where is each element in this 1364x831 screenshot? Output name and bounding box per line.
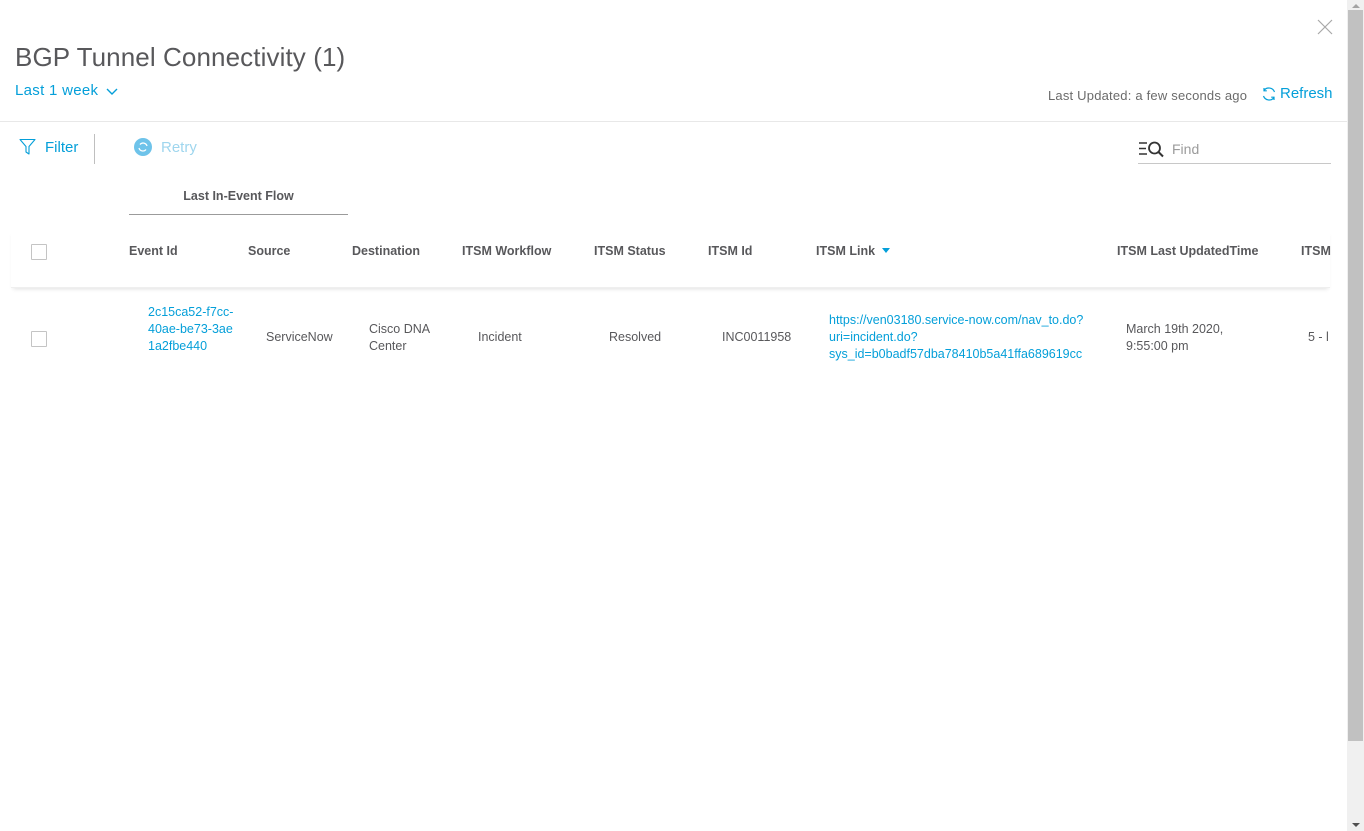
vertical-scrollbar[interactable] <box>1347 0 1364 831</box>
table-row: 2c15ca52-f7cc-40ae-be73-3ae1a2fbe440 Ser… <box>11 295 1330 383</box>
column-header-itsm-last-updated[interactable]: ITSM Last UpdatedTime <box>1117 244 1258 258</box>
find-input[interactable] <box>1172 140 1322 157</box>
time-range-dropdown[interactable]: Last 1 week <box>15 82 118 99</box>
select-all-checkbox[interactable] <box>31 244 47 260</box>
itsm-status-cell: Resolved <box>609 330 662 344</box>
arrow-down-icon <box>1351 823 1360 827</box>
filter-label: Filter <box>45 138 79 156</box>
scroll-thumb[interactable] <box>1348 10 1363 741</box>
itsm-id-cell: INC0011958 <box>722 330 792 344</box>
column-header-event-id[interactable]: Event Id <box>129 244 178 258</box>
search-list-icon <box>1139 141 1164 157</box>
row-select-checkbox[interactable] <box>31 331 47 347</box>
itsm-workflow-cell: Incident <box>478 330 522 344</box>
column-header-itsm-more[interactable]: ITSM <box>1301 244 1331 258</box>
refresh-icon <box>1262 86 1276 101</box>
close-button[interactable] <box>1316 18 1334 36</box>
page-title: BGP Tunnel Connectivity (1) <box>15 42 346 72</box>
scroll-down-button[interactable] <box>1347 819 1364 831</box>
filter-button[interactable]: Filter <box>19 138 78 156</box>
itsm-last-updated-cell: March 19th 2020, 9:55:00 pm <box>1126 322 1224 353</box>
destination-cell: Cisco DNA Center <box>369 322 430 353</box>
table-header: Event Id Source Destination ITSM Workflo… <box>11 230 1331 288</box>
refresh-button[interactable]: Refresh <box>1261 85 1333 102</box>
itsm-link[interactable]: https://ven03180.service-now.com/nav_to.… <box>829 312 1097 363</box>
event-details-panel: BGP Tunnel Connectivity (1) Last 1 week … <box>0 0 1347 831</box>
column-header-itsm-workflow[interactable]: ITSM Workflow <box>462 244 551 258</box>
retry-button[interactable]: Retry <box>134 138 197 156</box>
arrow-up-icon <box>1351 4 1360 8</box>
column-header-destination[interactable]: Destination <box>352 244 420 258</box>
refresh-label: Refresh <box>1280 85 1333 102</box>
filter-icon <box>19 138 36 155</box>
event-id-link[interactable]: 2c15ca52-f7cc-40ae-be73-3ae1a2fbe440 <box>148 304 238 355</box>
source-cell: ServiceNow <box>266 330 333 344</box>
chevron-down-icon <box>106 88 118 95</box>
column-header-itsm-id[interactable]: ITSM Id <box>708 244 752 258</box>
header-divider <box>0 121 1347 122</box>
retry-label: Retry <box>161 138 197 156</box>
close-icon <box>1317 19 1333 35</box>
column-header-itsm-status[interactable]: ITSM Status <box>594 244 666 258</box>
column-header-itsm-link[interactable]: ITSM Link <box>816 244 891 258</box>
column-group-header: Last In-Event Flow <box>129 188 348 215</box>
toolbar-divider <box>94 134 95 164</box>
sort-descending-icon <box>882 248 891 253</box>
retry-icon <box>134 138 152 156</box>
find-field <box>1138 134 1331 164</box>
itsm-more-cell: 5 - l <box>1308 330 1329 344</box>
time-range-label: Last 1 week <box>15 82 99 99</box>
column-header-source[interactable]: Source <box>248 244 290 258</box>
last-updated-text: Last Updated: a few seconds ago <box>1048 88 1248 103</box>
itsm-link-header-label: ITSM Link <box>816 244 876 258</box>
